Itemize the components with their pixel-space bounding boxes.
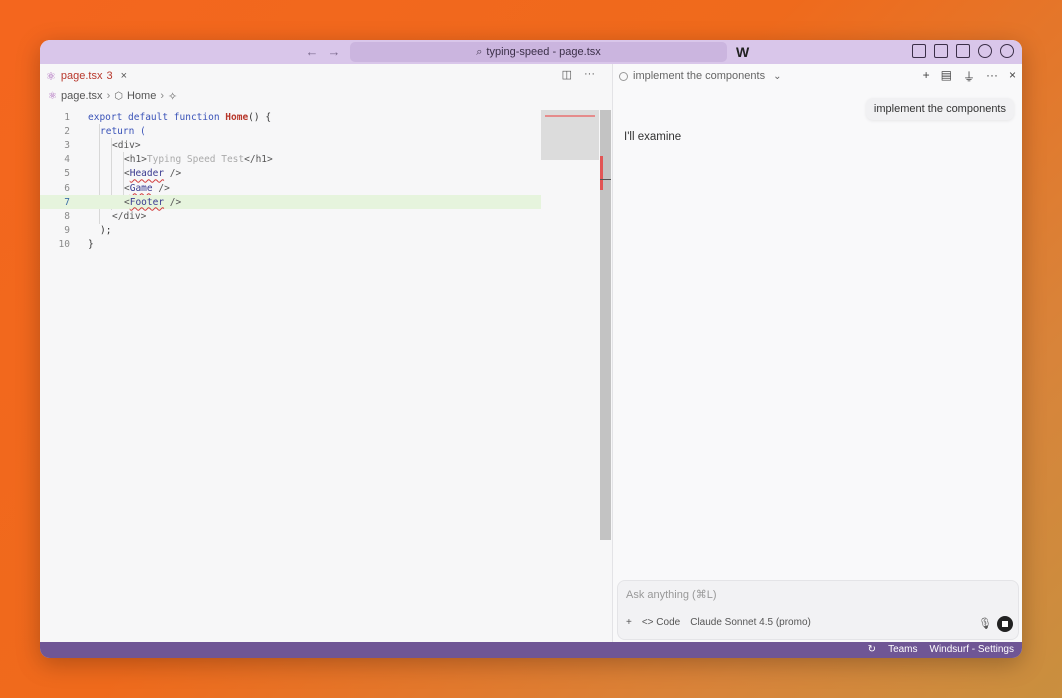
tab-page-tsx[interactable]: ⚛ page.tsx 3 ×	[40, 64, 133, 88]
code-line: 4 <h1>Typing Speed Test</h1>	[40, 153, 541, 167]
title-bar: ← → ⌕ typing-speed - page.tsx W	[40, 40, 1022, 64]
composer-toolbar: + <> Code Claude Sonnet 4.5 (promo)	[626, 613, 1010, 631]
code-line: 5 <Header />	[40, 167, 541, 181]
chevron-down-icon[interactable]: ⌄	[773, 71, 781, 82]
code-line: 2 return (	[40, 124, 541, 138]
code-line-active: 7 <Footer />	[40, 195, 541, 210]
loading-circle-icon	[619, 71, 628, 81]
chat-composer: Ask anything (⌘L) + <> Code Claude Sonne…	[617, 580, 1019, 640]
window-title: typing-speed - page.tsx	[486, 46, 601, 58]
breadcrumb-file[interactable]: page.tsx	[61, 90, 103, 102]
line-text: export default function Home() {	[88, 111, 272, 123]
line-text: <div>	[112, 139, 141, 151]
more-actions-icon[interactable]: ···	[986, 68, 998, 85]
more-actions-icon[interactable]: ···	[584, 68, 595, 81]
react-file-icon: ⚛	[48, 90, 57, 102]
forward-arrow-icon[interactable]: →	[326, 44, 342, 60]
stop-button[interactable]	[997, 616, 1013, 632]
line-text: <Game />	[124, 182, 170, 194]
line-text: <h1>Typing Speed Test</h1>	[124, 154, 273, 166]
cascade-chat-panel: implement the components ⌄ + ▤ ⏚ ··· × i…	[612, 64, 1022, 642]
line-number: 9	[64, 225, 70, 237]
close-icon[interactable]: ×	[121, 70, 127, 82]
chevron-right-icon: ›	[106, 90, 111, 102]
status-bar: ↻ Teams Windsurf - Settings	[40, 642, 1022, 658]
assistant-message: I'll examine	[624, 131, 682, 143]
line-number: 5	[64, 168, 70, 180]
status-teams[interactable]: Teams	[888, 644, 917, 655]
command-center-search[interactable]: ⌕ typing-speed - page.tsx	[350, 42, 727, 62]
line-text: <Header />	[124, 168, 182, 180]
tab-actions: ◫ ···	[562, 68, 595, 81]
model-selector[interactable]: Claude Sonnet 4.5 (promo)	[690, 617, 811, 628]
toggle-panel-icon[interactable]	[934, 44, 948, 58]
account-icon[interactable]	[1000, 44, 1014, 58]
gear-icon[interactable]	[978, 44, 992, 58]
toggle-sidebar-icon[interactable]	[912, 44, 926, 58]
line-number: 2	[64, 125, 70, 137]
app-window: ← → ⌕ typing-speed - page.tsx W ⚛ page.t…	[40, 40, 1022, 658]
scrollbar-error-marker	[600, 156, 603, 190]
line-number: 8	[64, 210, 70, 222]
line-text: }	[88, 239, 94, 251]
editor-scrollbar[interactable]	[600, 110, 611, 540]
line-number: 4	[64, 154, 70, 166]
back-arrow-icon[interactable]: ←	[304, 44, 320, 60]
code-line: 6 <Game />	[40, 181, 541, 195]
code-editor[interactable]: 1 export default function Home() { 2 ret…	[40, 110, 541, 252]
conversation-title[interactable]: implement the components	[633, 70, 765, 82]
sync-icon[interactable]: ↻	[868, 644, 876, 655]
minimap[interactable]	[541, 110, 599, 160]
react-file-icon: ⚛	[46, 70, 56, 83]
user-message: implement the components	[865, 98, 1014, 120]
history-icon[interactable]: ▤	[941, 68, 952, 85]
line-text: );	[100, 225, 112, 237]
windsurf-logo-icon[interactable]: W	[736, 44, 749, 60]
symbol-module-icon: ⬡	[114, 90, 123, 102]
microphone-icon[interactable]: 🎙	[978, 617, 992, 630]
code-line: 8 </div>	[40, 209, 541, 223]
code-line: 9 );	[40, 224, 541, 238]
editor-area: ⚛ page.tsx 3 × ◫ ··· ⚛ page.tsx › ⬡ Home…	[40, 64, 611, 642]
editor-tab-bar: ⚛ page.tsx 3 × ◫ ···	[40, 64, 611, 88]
toggle-secondary-sidebar-icon[interactable]	[956, 44, 970, 58]
chat-header: implement the components ⌄ + ▤ ⏚ ··· ×	[613, 64, 1022, 88]
line-number: 3	[64, 139, 70, 151]
new-chat-icon[interactable]: +	[923, 68, 930, 85]
line-number: 10	[58, 239, 70, 251]
mode-selector[interactable]: <> Code	[642, 617, 680, 628]
tab-label: page.tsx	[60, 70, 103, 82]
line-text: <Footer />	[124, 196, 182, 208]
chat-actions: + ▤ ⏚ ··· ×	[923, 68, 1016, 85]
line-number: 1	[64, 111, 70, 123]
breadcrumb: ⚛ page.tsx › ⬡ Home › ✧	[40, 88, 611, 104]
layout-controls	[912, 44, 1014, 58]
line-number: 7	[64, 196, 70, 208]
line-number: 6	[64, 182, 70, 194]
code-line: 10 }	[40, 238, 541, 252]
plug-icon[interactable]: ⏚	[963, 68, 975, 85]
symbol-sparkle-icon[interactable]: ✧	[168, 90, 177, 103]
problem-count-badge: 3	[106, 70, 113, 82]
scrollbar-cursor-marker	[600, 179, 611, 180]
search-icon: ⌕	[476, 45, 483, 58]
chevron-right-icon: ›	[160, 90, 164, 102]
status-settings[interactable]: Windsurf - Settings	[930, 644, 1014, 655]
code-line: 1 export default function Home() {	[40, 110, 541, 124]
line-text: return (	[100, 125, 146, 137]
line-text: </div>	[112, 210, 147, 222]
breadcrumb-symbol[interactable]: Home	[127, 90, 156, 102]
chat-input[interactable]: Ask anything (⌘L)	[626, 588, 716, 601]
code-line: 3 <div>	[40, 138, 541, 152]
add-context-icon[interactable]: +	[626, 617, 632, 628]
close-icon[interactable]: ×	[1009, 68, 1016, 85]
split-editor-icon[interactable]: ◫	[562, 68, 572, 81]
minimap-error-mark	[545, 115, 595, 117]
